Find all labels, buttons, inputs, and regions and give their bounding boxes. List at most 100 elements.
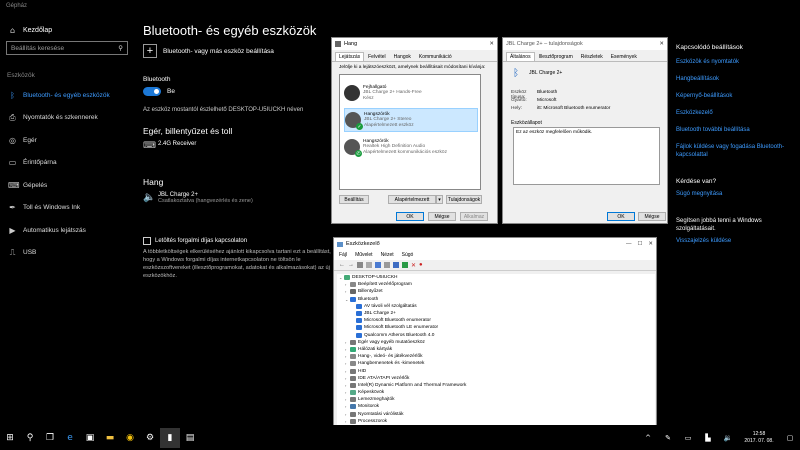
monitor-icon[interactable] [393, 262, 399, 268]
add-device-button[interactable]: + Bluetooth- vagy más eszköz beállítása [143, 44, 274, 58]
back-icon[interactable]: ← [339, 262, 345, 268]
tab-playback[interactable]: Lejátszás [335, 52, 365, 61]
list-item[interactable]: Fejhallgató JBL Charge 2+ Hands-Free Kész [344, 81, 478, 105]
tree-item[interactable]: › Billentyűzet [337, 288, 655, 295]
sidebar-item[interactable]: ⌨ Gépelés [0, 174, 135, 197]
close-icon[interactable]: ✕ [648, 241, 653, 247]
tree-item[interactable]: Microsoft Bluetooth LE enumerator [337, 324, 655, 331]
maximize-icon[interactable]: ☐ [637, 241, 642, 247]
tab-communications[interactable]: Kommunikáció [415, 52, 456, 61]
close-icon[interactable]: ✕ [489, 41, 494, 47]
tree-item[interactable]: Microsoft Bluetooth enumerator [337, 317, 655, 324]
tab-sounds[interactable]: Hangok [390, 52, 415, 61]
settings-gear-icon[interactable]: ⚙ [140, 428, 160, 448]
tree-item[interactable]: › Intel(R) Dynamic Platform and Thermal F… [337, 382, 655, 389]
store-icon[interactable]: ▣ [80, 428, 100, 448]
set-default-button[interactable]: Alapértelmezett [388, 195, 436, 204]
update-driver-icon[interactable] [402, 262, 408, 268]
notification-center-icon[interactable]: ▢ [780, 428, 800, 448]
sidebar-item[interactable]: ✒ Toll és Windows Ink [0, 197, 135, 220]
bluetooth-toggle[interactable] [143, 87, 161, 96]
nav-home[interactable]: ⌂ Kezdőlap [8, 26, 52, 35]
speaker-app-icon[interactable]: ▮ [160, 427, 180, 448]
sidebar-item[interactable]: ▭ Érintőpárna [0, 152, 135, 175]
link-help[interactable]: Súgó megnyitása [676, 191, 722, 197]
tree-item[interactable]: › Hangbemenetek és -kimenetek [337, 360, 655, 367]
search-icon[interactable]: ⚲ [20, 428, 40, 448]
tree-item[interactable]: › Beépített vezérlőprogram [337, 281, 655, 288]
link-feedback[interactable]: Visszajelzés küldése [676, 238, 731, 244]
list-item[interactable]: ✆ Hangszórók Realtek High Definition Audio… [344, 135, 478, 159]
tab-details[interactable]: Részletek [577, 52, 607, 61]
device-status-box[interactable]: Ez az eszköz megfelelően működik. [513, 127, 660, 185]
list-item-selected[interactable]: ✓ Hangszórók JBL Charge 2+ Stereo Alapértel… [344, 108, 478, 132]
windows-start-icon[interactable]: ⊞ [0, 428, 20, 448]
chevron-down-icon[interactable]: ▾ [436, 195, 443, 204]
menu-view[interactable]: Nézet [381, 252, 394, 258]
sidebar-item[interactable]: ᛒ Bluetooth- és egyéb eszközök [0, 84, 135, 107]
link-devices-printers[interactable]: Eszközök és nyomtatók [676, 59, 739, 65]
tree-item[interactable]: Qualcomm Atheros Bluetooth 4.0 [337, 332, 655, 339]
properties-button[interactable]: Tulajdonságok [446, 195, 482, 204]
tree-item[interactable]: › Lemezmeghajtók [337, 396, 655, 403]
tree-item[interactable]: › Egér vagy egyéb mutatóeszköz [337, 339, 655, 346]
metered-checkbox-row[interactable]: Letöltés forgalmi díjas kapcsolaton [143, 237, 247, 245]
sidebar-item[interactable]: ⎍ USB [0, 242, 135, 265]
sidebar-item[interactable]: ⎙ Nyomtatók és szkennerek [0, 107, 135, 130]
link-sound-settings[interactable]: Hangbeállítások [676, 76, 719, 82]
audio-device[interactable]: 🔈 JBL Charge 2+ Csatlakoztatva (hangvezérl… [143, 192, 253, 204]
tab-general[interactable]: Általános [506, 52, 535, 61]
menu-action[interactable]: Művelet [355, 252, 373, 258]
tab-hardware[interactable]: Illesztőprogram [535, 52, 577, 61]
input-device[interactable]: ⌨ 2.4G Receiver [143, 141, 196, 151]
tree-item[interactable]: ⌄ DESKTOP-U5IUCKH [337, 274, 655, 281]
battery-icon[interactable]: ▭ [678, 428, 698, 448]
ok-button[interactable]: OK [607, 212, 635, 221]
menu-file[interactable]: Fájl [339, 252, 347, 258]
tree-item[interactable]: JBL Charge 2+ [337, 310, 655, 317]
apply-button[interactable]: Alkalmaz [460, 212, 488, 221]
tree-item[interactable]: › Nyomtatási várólisták [337, 411, 655, 418]
file-explorer-icon[interactable]: ▬ [100, 428, 120, 448]
cancel-button[interactable]: Mégse [638, 212, 666, 221]
menu-help[interactable]: Súgó [402, 252, 414, 258]
props-icon[interactable] [366, 262, 372, 268]
link-more-bluetooth[interactable]: Bluetooth további beállítása [676, 127, 750, 133]
search-input[interactable]: Beállítás keresése ⚲ [6, 41, 128, 55]
list-icon[interactable] [384, 262, 390, 268]
cancel-button[interactable]: Mégse [428, 212, 456, 221]
tree-item[interactable]: ⌄ Bluetooth [337, 296, 655, 303]
help-icon[interactable] [375, 262, 381, 268]
tree-item[interactable]: › HID [337, 367, 655, 374]
tree-item[interactable]: › Monitorok [337, 403, 655, 410]
minimize-icon[interactable]: — [626, 241, 632, 247]
clock[interactable]: 12:58 2017. 07. 08. [738, 431, 780, 445]
pen-icon[interactable]: ✎ [658, 428, 678, 448]
link-send-receive[interactable]: Fájlok küldése vagy fogadása Bluetooth-k… [676, 143, 786, 159]
forward-icon[interactable]: → [348, 262, 354, 268]
ok-button[interactable]: OK [396, 212, 424, 221]
chrome-icon[interactable]: ◉ [120, 428, 140, 448]
link-display-settings[interactable]: Képernyő-beállítások [676, 93, 732, 99]
tree-item[interactable]: › Hálózati kártyák [337, 346, 655, 353]
tab-events[interactable]: Események [607, 52, 641, 61]
tree-item[interactable]: › Képeskövök [337, 389, 655, 396]
volume-icon[interactable]: 🔉 [718, 428, 738, 448]
sidebar-item[interactable]: ▶ Automatikus lejátszás [0, 219, 135, 242]
tree-item[interactable]: › Hang-, videó- és játékvezérlők [337, 353, 655, 360]
edge-icon[interactable]: e [60, 428, 80, 448]
metered-checkbox[interactable] [143, 237, 151, 245]
tree-item[interactable]: › Processzorok [337, 418, 655, 425]
tree-item[interactable]: AV távoli vél szolgáltatás [337, 303, 655, 310]
task-view-icon[interactable]: ❐ [40, 428, 60, 448]
configure-button[interactable]: Beállítás [339, 195, 369, 204]
device-manager-app-icon[interactable]: ▤ [180, 428, 200, 448]
tray-arrow-icon[interactable]: ^ [638, 428, 658, 448]
close-icon[interactable]: ✕ [659, 41, 664, 47]
network-icon[interactable]: ▙ [698, 428, 718, 448]
scan-icon[interactable]: ● [419, 262, 423, 268]
uninstall-icon[interactable]: ✕ [411, 262, 416, 269]
tab-recording[interactable]: Felvétel [364, 52, 390, 61]
link-device-manager[interactable]: Eszközkezelő [676, 110, 713, 116]
tree-item[interactable]: › IDE ATA/ATAPI vezérlők [337, 375, 655, 382]
